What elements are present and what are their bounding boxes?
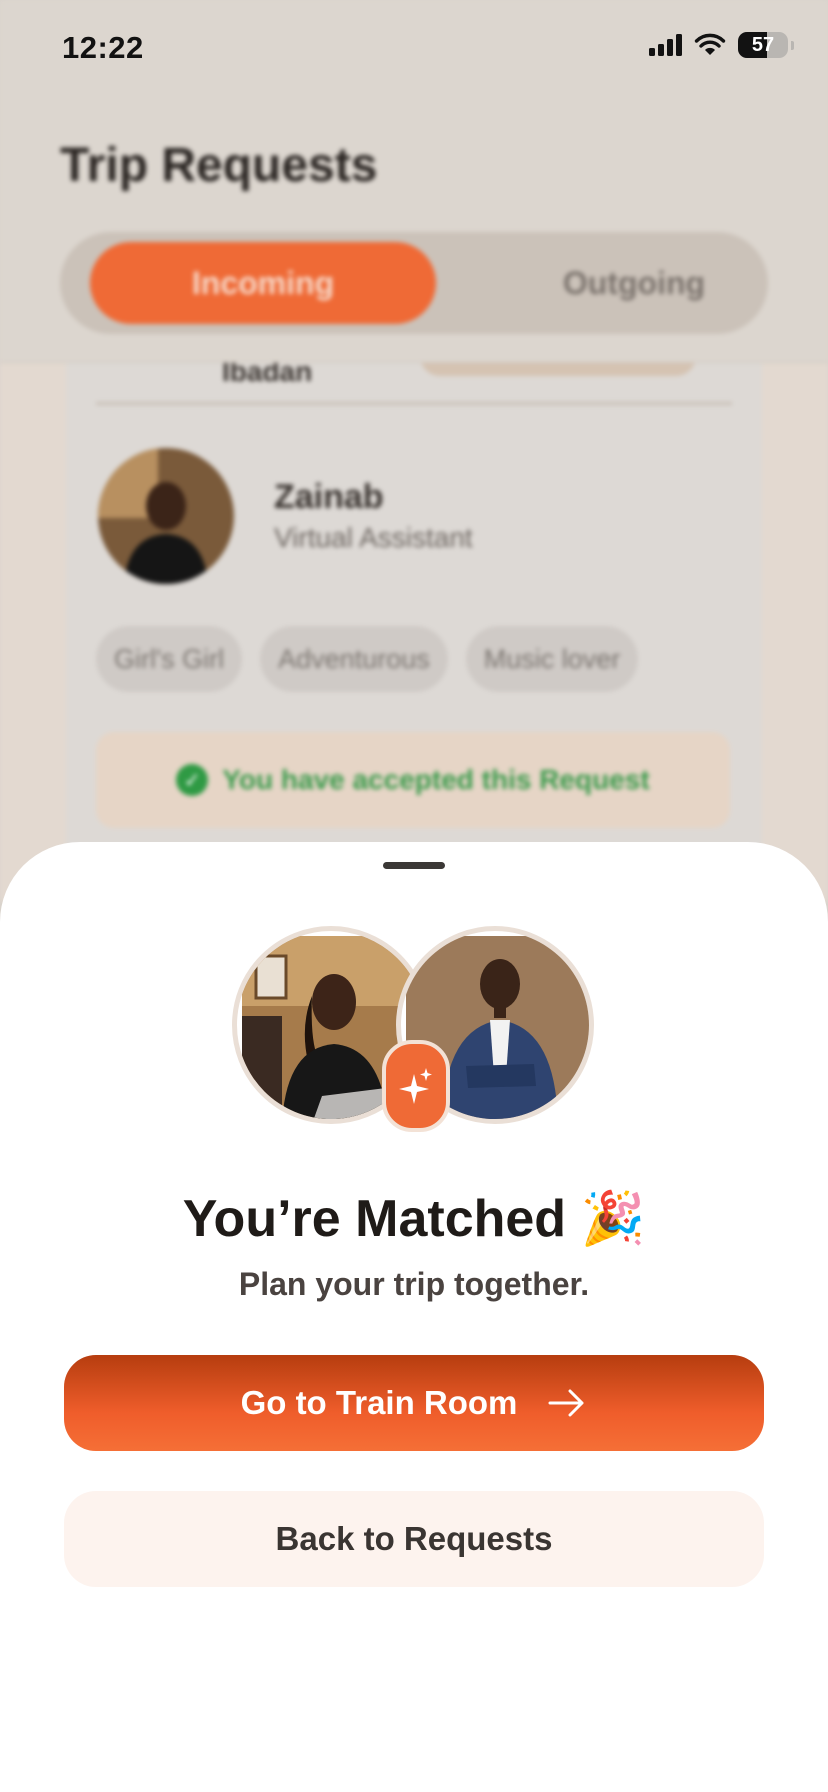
check-icon: ✓ xyxy=(176,764,209,796)
status-icons: 57 xyxy=(649,32,794,58)
card-divider xyxy=(96,402,732,405)
status-time: 12:22 xyxy=(62,30,144,65)
tag-chip: Adventurous xyxy=(260,626,448,692)
background-screen: Ibadan Zainab Virtual Assistant Girl's G… xyxy=(0,0,828,902)
sheet-grabber[interactable] xyxy=(383,862,445,869)
signal-icon xyxy=(649,34,682,56)
primary-button-label: Go to Train Room xyxy=(240,1384,518,1421)
battery-tip xyxy=(791,40,794,50)
secondary-button-label: Back to Requests xyxy=(275,1520,553,1557)
tag-chip: Girl's Girl xyxy=(96,626,243,692)
tab-incoming[interactable]: Incoming xyxy=(90,242,436,324)
interest-tags: Girl's Girl Adventurous Music lover xyxy=(96,626,639,692)
tab-outgoing[interactable]: Outgoing xyxy=(500,242,768,324)
battery-level: 57 xyxy=(751,33,775,56)
arrow-right-icon xyxy=(548,1389,584,1417)
match-title: You’re Matched 🎉 xyxy=(182,1190,646,1248)
match-subtitle: Plan your trip together. xyxy=(238,1266,590,1302)
request-tabs: Incoming Outgoing xyxy=(60,232,768,334)
accepted-status-banner: ✓ You have accepted this Request xyxy=(96,732,730,828)
sparkle-icon xyxy=(382,1040,450,1132)
wifi-icon xyxy=(694,33,726,55)
page-title: Trip Requests xyxy=(60,139,378,192)
profile-avatar[interactable] xyxy=(98,448,234,584)
profile-role: Virtual Assistant xyxy=(274,522,473,553)
tag-chip: Music lover xyxy=(465,626,639,692)
accepted-status-text: You have accepted this Request xyxy=(222,764,650,795)
match-bottom-sheet: You’re Matched 🎉 Plan your trip together… xyxy=(0,842,828,1792)
status-bar: 12:22 57 xyxy=(0,0,828,100)
profile-name: Zainab xyxy=(274,478,384,516)
go-to-train-room-button[interactable]: Go to Train Room xyxy=(64,1355,764,1451)
back-to-requests-button[interactable]: Back to Requests xyxy=(64,1491,764,1587)
battery-icon: 57 xyxy=(738,32,788,58)
